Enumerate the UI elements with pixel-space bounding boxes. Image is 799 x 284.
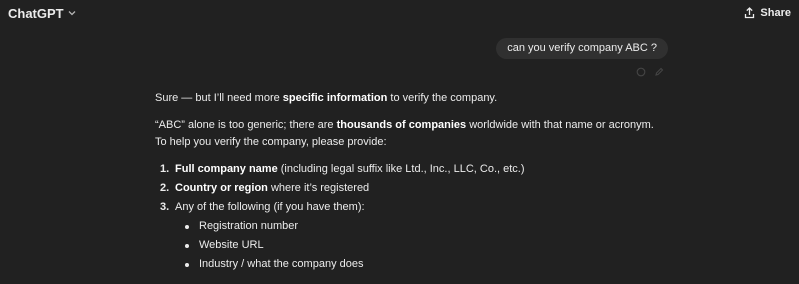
share-label: Share [760, 7, 791, 19]
bullet-item: Industry / what the company does [185, 256, 655, 273]
list-item: 3. Any of the following (if you have the… [155, 199, 655, 275]
bullet-dot [185, 224, 189, 229]
assistant-paragraph-1: Sure — but I’ll need more specific infor… [155, 90, 655, 107]
user-message-bubble: can you verify company ABC ? [496, 38, 668, 59]
copy-icon[interactable] [636, 67, 646, 77]
chat-page: ChatGPT Share can you verify company ABC… [0, 0, 799, 284]
text-span: (including legal suffix like Ltd., Inc.,… [277, 163, 525, 175]
list-item: 1. Full company name (including legal su… [155, 161, 655, 178]
share-icon [744, 7, 755, 19]
list-number: 3. [160, 201, 170, 213]
bullet-text: Industry / what the company does [199, 258, 364, 270]
user-message-actions [636, 67, 664, 77]
text-span: Sure — but I’ll need more [155, 92, 283, 104]
bold-text: thousands of companies [336, 119, 467, 131]
bullet-dot [185, 262, 189, 267]
share-button[interactable]: Share [744, 7, 791, 19]
list-item: 2. Country or region where it’s register… [155, 180, 655, 197]
bold-text: specific information [282, 92, 388, 104]
top-bar: ChatGPT Share [0, 0, 799, 26]
list-item-text: Full company name (including legal suffi… [175, 161, 525, 178]
user-message: can you verify company ABC ? [496, 38, 668, 59]
bullet-item: Website URL [185, 237, 655, 254]
bold-text: Full company name [175, 163, 278, 175]
bullet-dot [185, 243, 189, 248]
numbered-list: 1. Full company name (including legal su… [155, 161, 655, 275]
list-item-text: Any of the following (if you have them): [175, 201, 365, 213]
bullet-list: Registration number Website URL Industry… [155, 218, 655, 275]
model-name: ChatGPT [8, 5, 64, 21]
assistant-paragraph-2: “ABC” alone is too generic; there are th… [155, 117, 655, 151]
edit-icon[interactable] [654, 67, 664, 77]
chevron-down-icon [67, 8, 77, 18]
bullet-item: Registration number [185, 218, 655, 235]
model-selector[interactable]: ChatGPT [8, 6, 77, 21]
list-number: 1. [160, 163, 170, 175]
text-span: where it’s registered [267, 182, 370, 194]
bullet-text: Registration number [199, 220, 299, 232]
assistant-message: Sure — but I’ll need more specific infor… [155, 90, 655, 277]
bold-text: Country or region [175, 182, 268, 194]
text-span: to verify the company. [387, 92, 498, 104]
list-number: 2. [160, 182, 170, 194]
bullet-text: Website URL [199, 239, 264, 251]
text-span: “ABC” alone is too generic; there are [155, 119, 337, 131]
list-item-text: Country or region where it’s registered [175, 180, 369, 197]
